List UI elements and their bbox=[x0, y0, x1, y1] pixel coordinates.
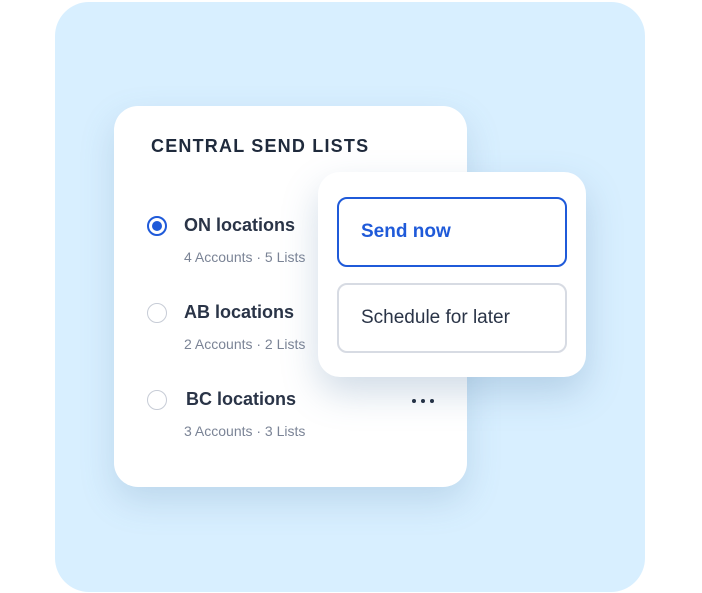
send-now-button[interactable]: Send now bbox=[337, 197, 567, 267]
card-title: CENTRAL SEND LISTS bbox=[151, 136, 370, 156]
more-horizontal-icon[interactable] bbox=[412, 391, 434, 411]
list-item-name: BC locations bbox=[186, 389, 297, 409]
schedule-later-button[interactable]: Schedule for later bbox=[337, 283, 567, 353]
list-item-meta: 2 Accounts · 2 Lists bbox=[184, 336, 306, 352]
list-item-bc-locations[interactable]: BC locations 3 Accounts · 3 Lists bbox=[147, 389, 447, 450]
radio-unselected[interactable] bbox=[147, 303, 167, 323]
send-options-card: Send now Schedule for later bbox=[318, 172, 586, 377]
more-dot bbox=[430, 399, 434, 403]
list-item-name: AB locations bbox=[184, 302, 295, 322]
more-dot bbox=[421, 399, 425, 403]
radio-unselected[interactable] bbox=[147, 390, 167, 410]
more-dot bbox=[412, 399, 416, 403]
illustration-stage: CENTRAL SEND LISTS ON locations 4 Accoun… bbox=[0, 0, 702, 593]
radio-selected[interactable] bbox=[147, 216, 167, 236]
list-item-meta: 4 Accounts · 5 Lists bbox=[184, 249, 306, 265]
list-item-meta: 3 Accounts · 3 Lists bbox=[184, 423, 306, 439]
list-item-name: ON locations bbox=[184, 215, 296, 235]
